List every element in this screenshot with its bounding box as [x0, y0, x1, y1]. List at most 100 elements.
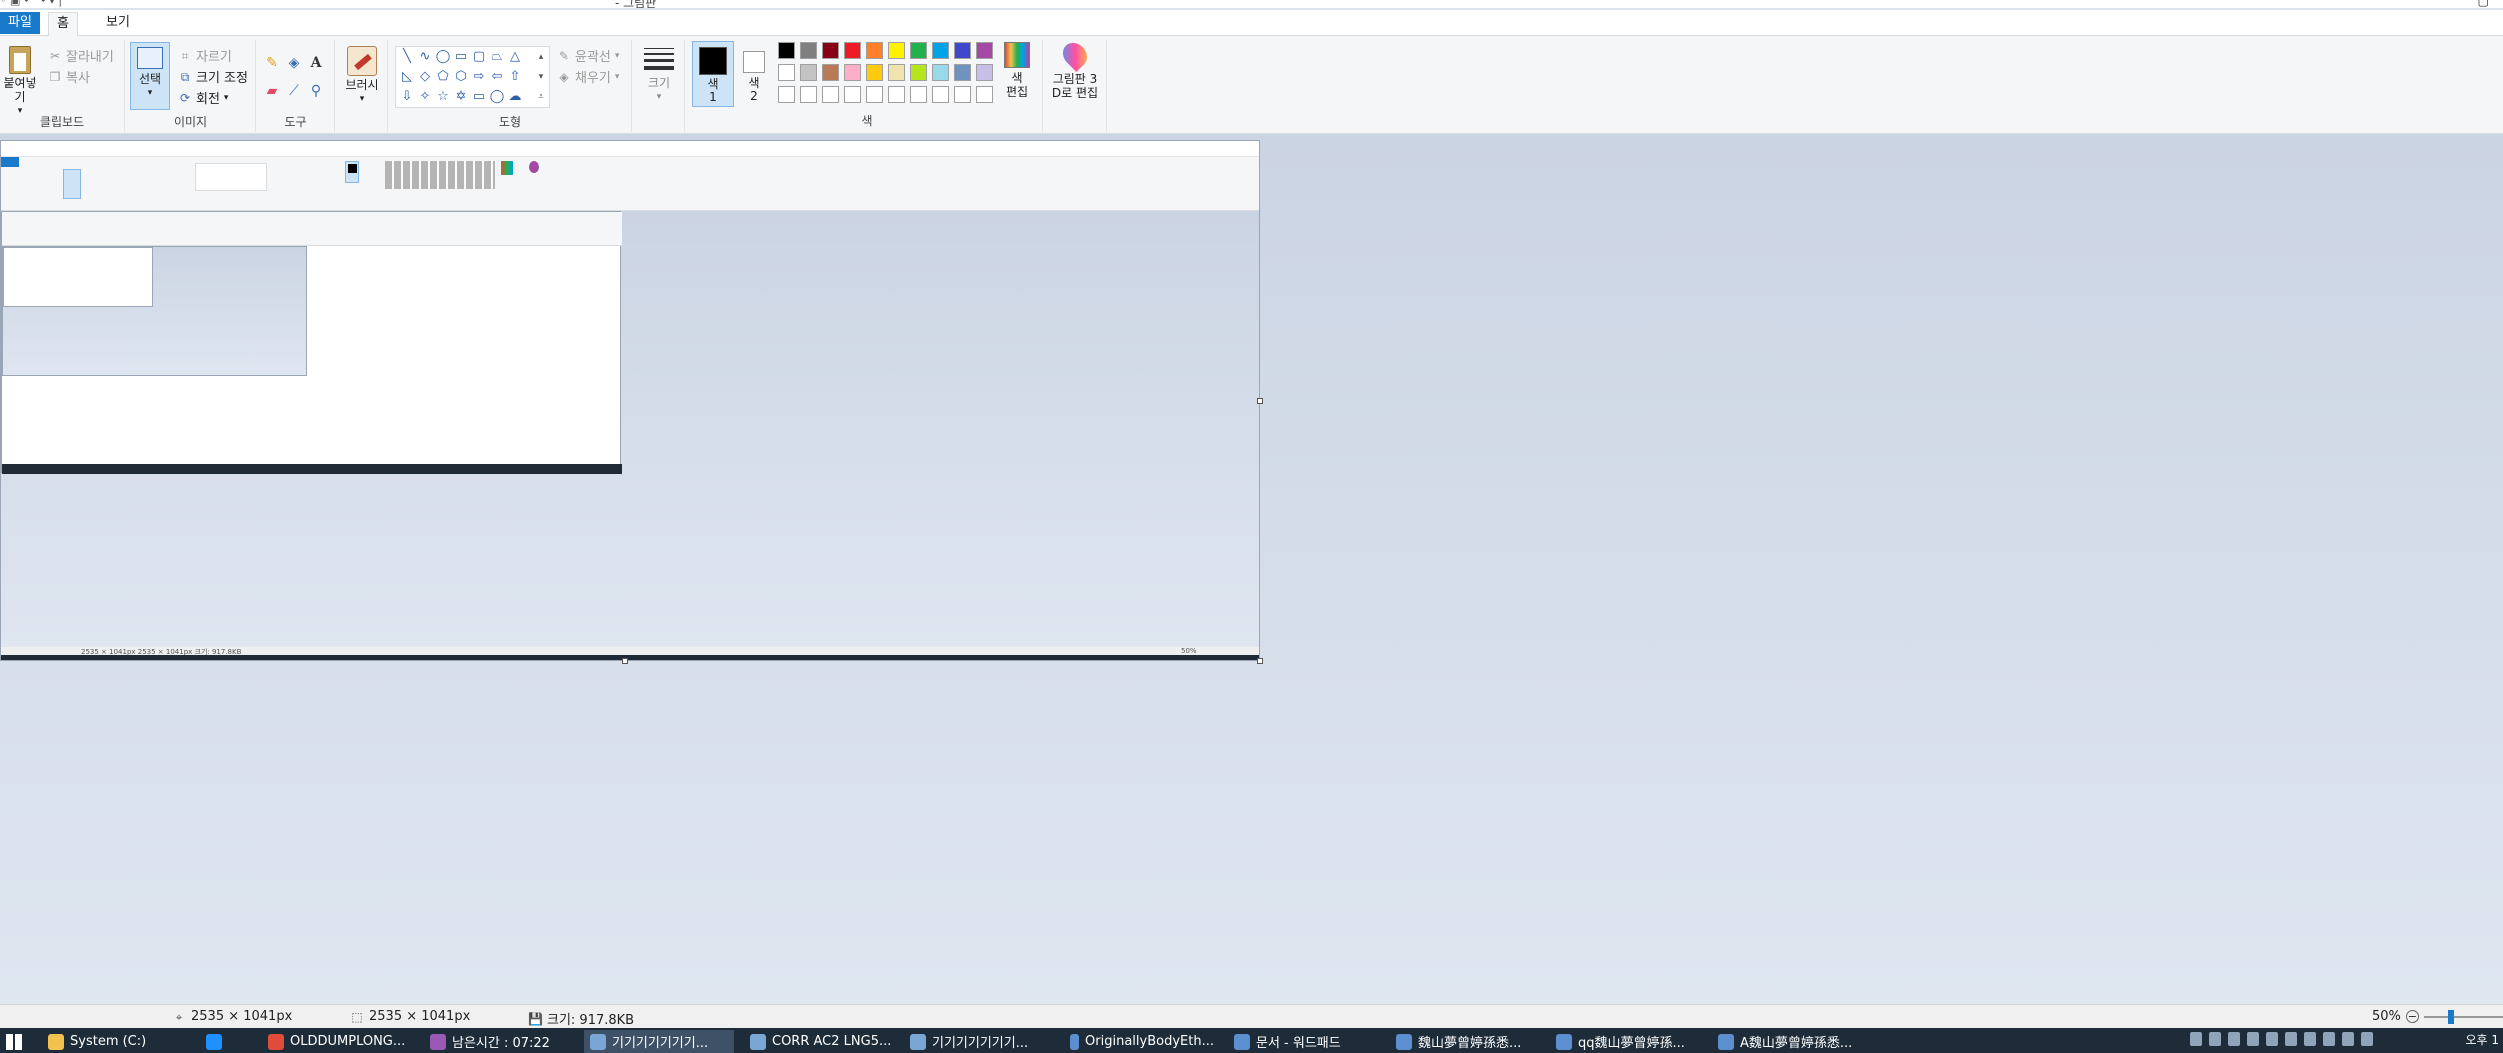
- color2-button[interactable]: 색 2: [738, 41, 770, 107]
- palette-swatch[interactable]: [976, 64, 993, 81]
- palette-swatch[interactable]: [954, 86, 971, 103]
- fill-bucket-icon[interactable]: ◈: [285, 54, 303, 72]
- resize-handle-corner[interactable]: [1257, 658, 1263, 664]
- brushes-button[interactable]: 브러시 ▾: [340, 46, 384, 106]
- rounded-rect-shape-icon[interactable]: ▢: [470, 48, 488, 66]
- gallery-up-icon[interactable]: ▴: [532, 48, 550, 66]
- star4-shape-icon[interactable]: ✧: [416, 88, 434, 106]
- palette-swatch[interactable]: [822, 64, 839, 81]
- rectangle-shape-icon[interactable]: ▭: [452, 48, 470, 66]
- crop-button[interactable]: ⌗ 자르기: [178, 46, 232, 66]
- oval-shape-icon[interactable]: ◯: [434, 48, 452, 66]
- zoom-slider-thumb[interactable]: [2448, 1010, 2454, 1024]
- palette-swatch[interactable]: [844, 42, 861, 59]
- palette-swatch[interactable]: [778, 64, 795, 81]
- resize-handle-right[interactable]: [1257, 398, 1263, 404]
- taskbar-app-button[interactable]: OriginallyBodyEth...: [1064, 1030, 1214, 1053]
- taskbar-app-button[interactable]: 기기기기기기기...: [904, 1030, 1054, 1053]
- palette-swatch[interactable]: [888, 86, 905, 103]
- taskbar-app-button[interactable]: 문서 - 워드패드: [1228, 1030, 1378, 1053]
- gallery-expand-icon[interactable]: ⩡: [532, 88, 550, 106]
- callout-cloud-shape-icon[interactable]: ☁: [506, 88, 524, 106]
- tray-icon[interactable]: [2342, 1032, 2354, 1046]
- right-arrow-shape-icon[interactable]: ⇨: [470, 68, 488, 86]
- eraser-icon[interactable]: ▰: [263, 82, 281, 100]
- tray-icon[interactable]: [2247, 1032, 2259, 1046]
- palette-swatch[interactable]: [866, 42, 883, 59]
- palette-swatch[interactable]: [932, 86, 949, 103]
- curve-shape-icon[interactable]: ∿: [416, 48, 434, 66]
- pencil-icon[interactable]: ✎: [263, 54, 281, 72]
- window-control-icon[interactable]: ▢: [2478, 0, 2489, 8]
- size-button[interactable]: 크기 ▾: [639, 48, 679, 104]
- text-icon[interactable]: A: [307, 54, 325, 72]
- shapes-gallery[interactable]: ╲ ∿ ◯ ▭ ▢ ⏢ △ ◺ ◇ ⬠ ⬡ ⇨ ⇦ ⇧ ⇩ ✧ ☆ ✡ ▭ ◯ …: [395, 46, 550, 108]
- taskbar-app-button[interactable]: System (C:): [42, 1030, 192, 1053]
- cut-button[interactable]: ✂ 잘라내기: [48, 46, 114, 66]
- color-picker-icon[interactable]: ⟋: [285, 82, 303, 100]
- zoom-slider-track[interactable]: [2424, 1016, 2503, 1018]
- palette-swatch[interactable]: [954, 42, 971, 59]
- palette-swatch[interactable]: [800, 42, 817, 59]
- taskbar-app-button[interactable]: 남은시간 : 07:22: [424, 1030, 574, 1053]
- palette-swatch[interactable]: [910, 64, 927, 81]
- palette-swatch[interactable]: [910, 86, 927, 103]
- star5-shape-icon[interactable]: ☆: [434, 88, 452, 106]
- tray-icon[interactable]: [2285, 1032, 2297, 1046]
- palette-swatch[interactable]: [976, 42, 993, 59]
- tray-icon[interactable]: [2323, 1032, 2335, 1046]
- rotate-button[interactable]: ⟳ 회전 ▾: [178, 88, 228, 108]
- palette-swatch[interactable]: [888, 42, 905, 59]
- outline-button[interactable]: ✎ 윤곽선 ▾: [557, 46, 619, 66]
- down-arrow-shape-icon[interactable]: ⇩: [398, 88, 416, 106]
- resize-handle-bottom[interactable]: [622, 658, 628, 664]
- tray-icon[interactable]: [2361, 1032, 2373, 1046]
- callout-rect-shape-icon[interactable]: ▭: [470, 88, 488, 106]
- palette-swatch[interactable]: [866, 64, 883, 81]
- palette-swatch[interactable]: [844, 64, 861, 81]
- hexagon-shape-icon[interactable]: ⬡: [452, 68, 470, 86]
- select-button[interactable]: 선택 ▾: [130, 42, 170, 110]
- taskbar-app-button[interactable]: CORR AC2 LNG5...: [744, 1030, 894, 1053]
- pentagon-shape-icon[interactable]: ⬠: [434, 68, 452, 86]
- taskbar-app-button[interactable]: 魏山夢曾婷孫悉...: [1390, 1030, 1540, 1053]
- palette-swatch[interactable]: [800, 64, 817, 81]
- tab-home[interactable]: 홈: [48, 12, 78, 36]
- polygon-shape-icon[interactable]: ⏢: [488, 48, 506, 66]
- color1-button[interactable]: 색 1: [692, 41, 734, 107]
- paste-button[interactable]: 붙여넣기 ▾: [0, 46, 40, 118]
- fill-button[interactable]: ◈ 채우기 ▾: [557, 67, 619, 87]
- quick-access-toolbar[interactable]: ◦ ▣ ↶ ↷ ▾ |: [0, 0, 62, 7]
- start-button[interactable]: [0, 1030, 40, 1053]
- tab-file[interactable]: 파일: [0, 12, 40, 34]
- tray-icon[interactable]: [2228, 1032, 2240, 1046]
- gallery-down-icon[interactable]: ▾: [532, 68, 550, 86]
- diamond-shape-icon[interactable]: ◇: [416, 68, 434, 86]
- tab-view[interactable]: 보기: [98, 12, 138, 34]
- right-triangle-shape-icon[interactable]: ◺: [398, 68, 416, 86]
- tray-icon[interactable]: [2266, 1032, 2278, 1046]
- taskbar-clock[interactable]: 오후 1: [2465, 1031, 2499, 1048]
- palette-swatch[interactable]: [822, 86, 839, 103]
- paint3d-button[interactable]: 그림판 3 D로 편집: [1046, 38, 1104, 100]
- palette-swatch[interactable]: [888, 64, 905, 81]
- zoom-out-icon[interactable]: −: [2405, 1010, 2419, 1023]
- taskbar-app-button[interactable]: [200, 1030, 256, 1053]
- palette-swatch[interactable]: [844, 86, 861, 103]
- edit-colors-button[interactable]: 색 편집: [1000, 42, 1034, 99]
- palette-swatch[interactable]: [910, 42, 927, 59]
- callout-oval-shape-icon[interactable]: ◯: [488, 88, 506, 106]
- palette-swatch[interactable]: [866, 86, 883, 103]
- palette-swatch[interactable]: [778, 86, 795, 103]
- palette-swatch[interactable]: [778, 42, 795, 59]
- left-arrow-shape-icon[interactable]: ⇦: [488, 68, 506, 86]
- palette-swatch[interactable]: [954, 64, 971, 81]
- magnifier-icon[interactable]: ⚲: [307, 82, 325, 100]
- resize-button[interactable]: ⧉ 크기 조정: [178, 67, 248, 87]
- palette-swatch[interactable]: [822, 42, 839, 59]
- star6-shape-icon[interactable]: ✡: [452, 88, 470, 106]
- palette-swatch[interactable]: [800, 86, 817, 103]
- copy-button[interactable]: ❐ 복사: [48, 67, 90, 87]
- line-shape-icon[interactable]: ╲: [398, 48, 416, 66]
- canvas-image[interactable]: 2535 × 1041px 2535 × 1041px 크기: 917.8KB …: [0, 140, 1260, 661]
